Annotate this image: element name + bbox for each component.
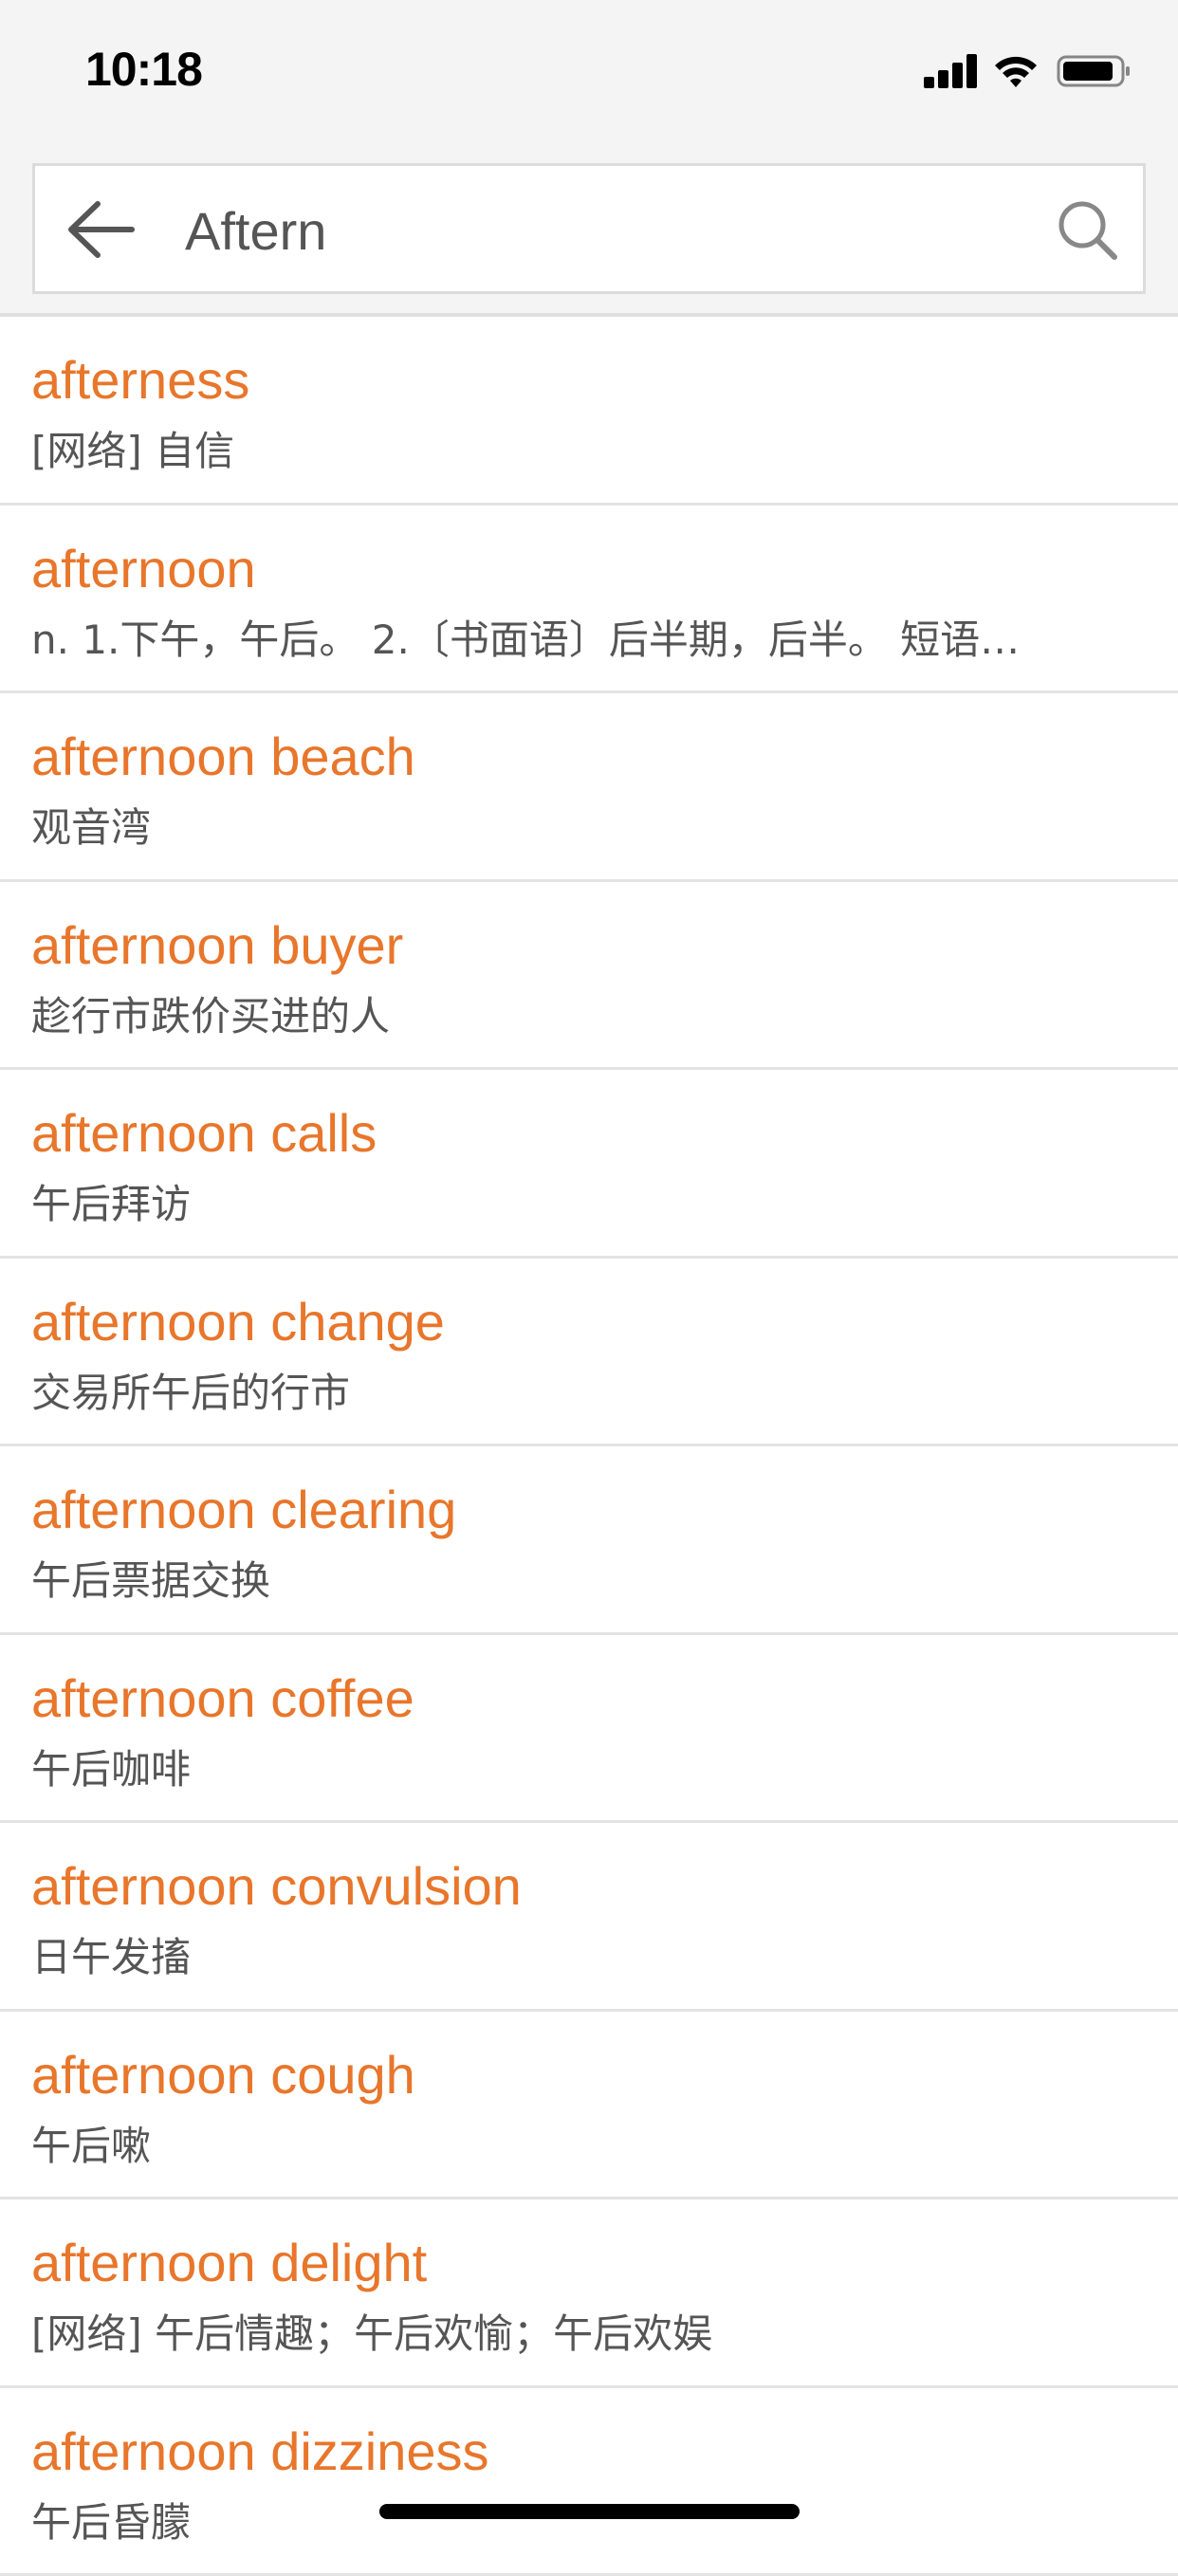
result-word: afternoon change — [31, 1291, 445, 1352]
result-item[interactable]: afternoon buyer 趁行市跌价买进的人 — [0, 882, 1178, 1071]
result-meaning: 午后拜访 — [31, 1172, 1150, 1230]
result-meaning: 午后票据交换 — [31, 1549, 1150, 1607]
result-item[interactable]: afternoon change 交易所午后的行市 — [0, 1259, 1178, 1447]
cellular-signal-icon — [924, 54, 979, 88]
result-word: afternoon clearing — [31, 1479, 456, 1540]
status-icons — [924, 51, 1132, 91]
search-bar — [32, 163, 1146, 294]
result-meaning: 午后嗽 — [31, 2114, 1150, 2172]
status-time: 10:18 — [85, 42, 202, 97]
result-word: afternoon buyer — [31, 914, 403, 976]
result-meaning: n. 1.下午，午后。 2.〔书面语〕后半期，后半。 短语… — [31, 608, 1150, 666]
result-item[interactable]: afternoon beach 观音湾 — [0, 693, 1178, 882]
result-meaning: 午后咖啡 — [31, 1738, 1150, 1795]
result-meaning: 午后昏朦 — [31, 2491, 1150, 2548]
result-item[interactable]: afterness [网络] 自信 — [0, 317, 1178, 506]
result-item[interactable]: afternoon n. 1.下午，午后。 2.〔书面语〕后半期，后半。 短语… — [0, 506, 1178, 694]
result-meaning: 日午发搐 — [31, 1925, 1150, 1983]
back-arrow-icon[interactable] — [64, 198, 139, 261]
result-meaning: 趁行市跌价买进的人 — [31, 984, 1150, 1042]
battery-icon — [1057, 53, 1132, 89]
result-word: afternoon beach — [31, 726, 415, 787]
result-item[interactable]: afternoon dizziness 午后昏朦 — [0, 2388, 1178, 2576]
header: 10:18 — [0, 0, 1178, 316]
result-item[interactable]: afternoon calls 午后拜访 — [0, 1070, 1178, 1259]
result-item[interactable]: afternoon delight [网络] 午后情趣；午后欢愉；午后欢娱 — [0, 2199, 1178, 2388]
result-word: afternoon cough — [31, 2044, 415, 2106]
result-word: afternoon convulsion — [31, 1855, 522, 1917]
result-meaning: [网络] 午后情趣；午后欢愉；午后欢娱 — [31, 2302, 1150, 2360]
search-input[interactable] — [185, 191, 1039, 270]
result-meaning: [网络] 自信 — [31, 419, 1150, 477]
result-word: afternoon dizziness — [31, 2420, 489, 2482]
search-icon[interactable] — [1056, 198, 1120, 263]
result-meaning: 观音湾 — [31, 796, 1150, 854]
result-item[interactable]: afternoon coffee 午后咖啡 — [0, 1635, 1178, 1824]
result-item[interactable]: afternoon convulsion 日午发搐 — [0, 1823, 1178, 2012]
home-indicator[interactable] — [379, 2504, 800, 2519]
result-item[interactable]: afternoon clearing 午后票据交换 — [0, 1446, 1178, 1635]
result-word: afternoon coffee — [31, 1667, 414, 1729]
wifi-icon — [992, 53, 1040, 89]
result-word: afternoon calls — [31, 1102, 377, 1164]
result-word: afterness — [31, 349, 249, 411]
result-word: afternoon delight — [31, 2232, 427, 2293]
result-item[interactable]: afternoon cough 午后嗽 — [0, 2012, 1178, 2200]
result-word: afternoon — [31, 538, 256, 599]
result-meaning: 交易所午后的行市 — [31, 1361, 1150, 1419]
status-bar: 10:18 — [0, 0, 1178, 142]
results-list: afterness [网络] 自信 afternoon n. 1.下午，午后。 … — [0, 317, 1178, 2576]
